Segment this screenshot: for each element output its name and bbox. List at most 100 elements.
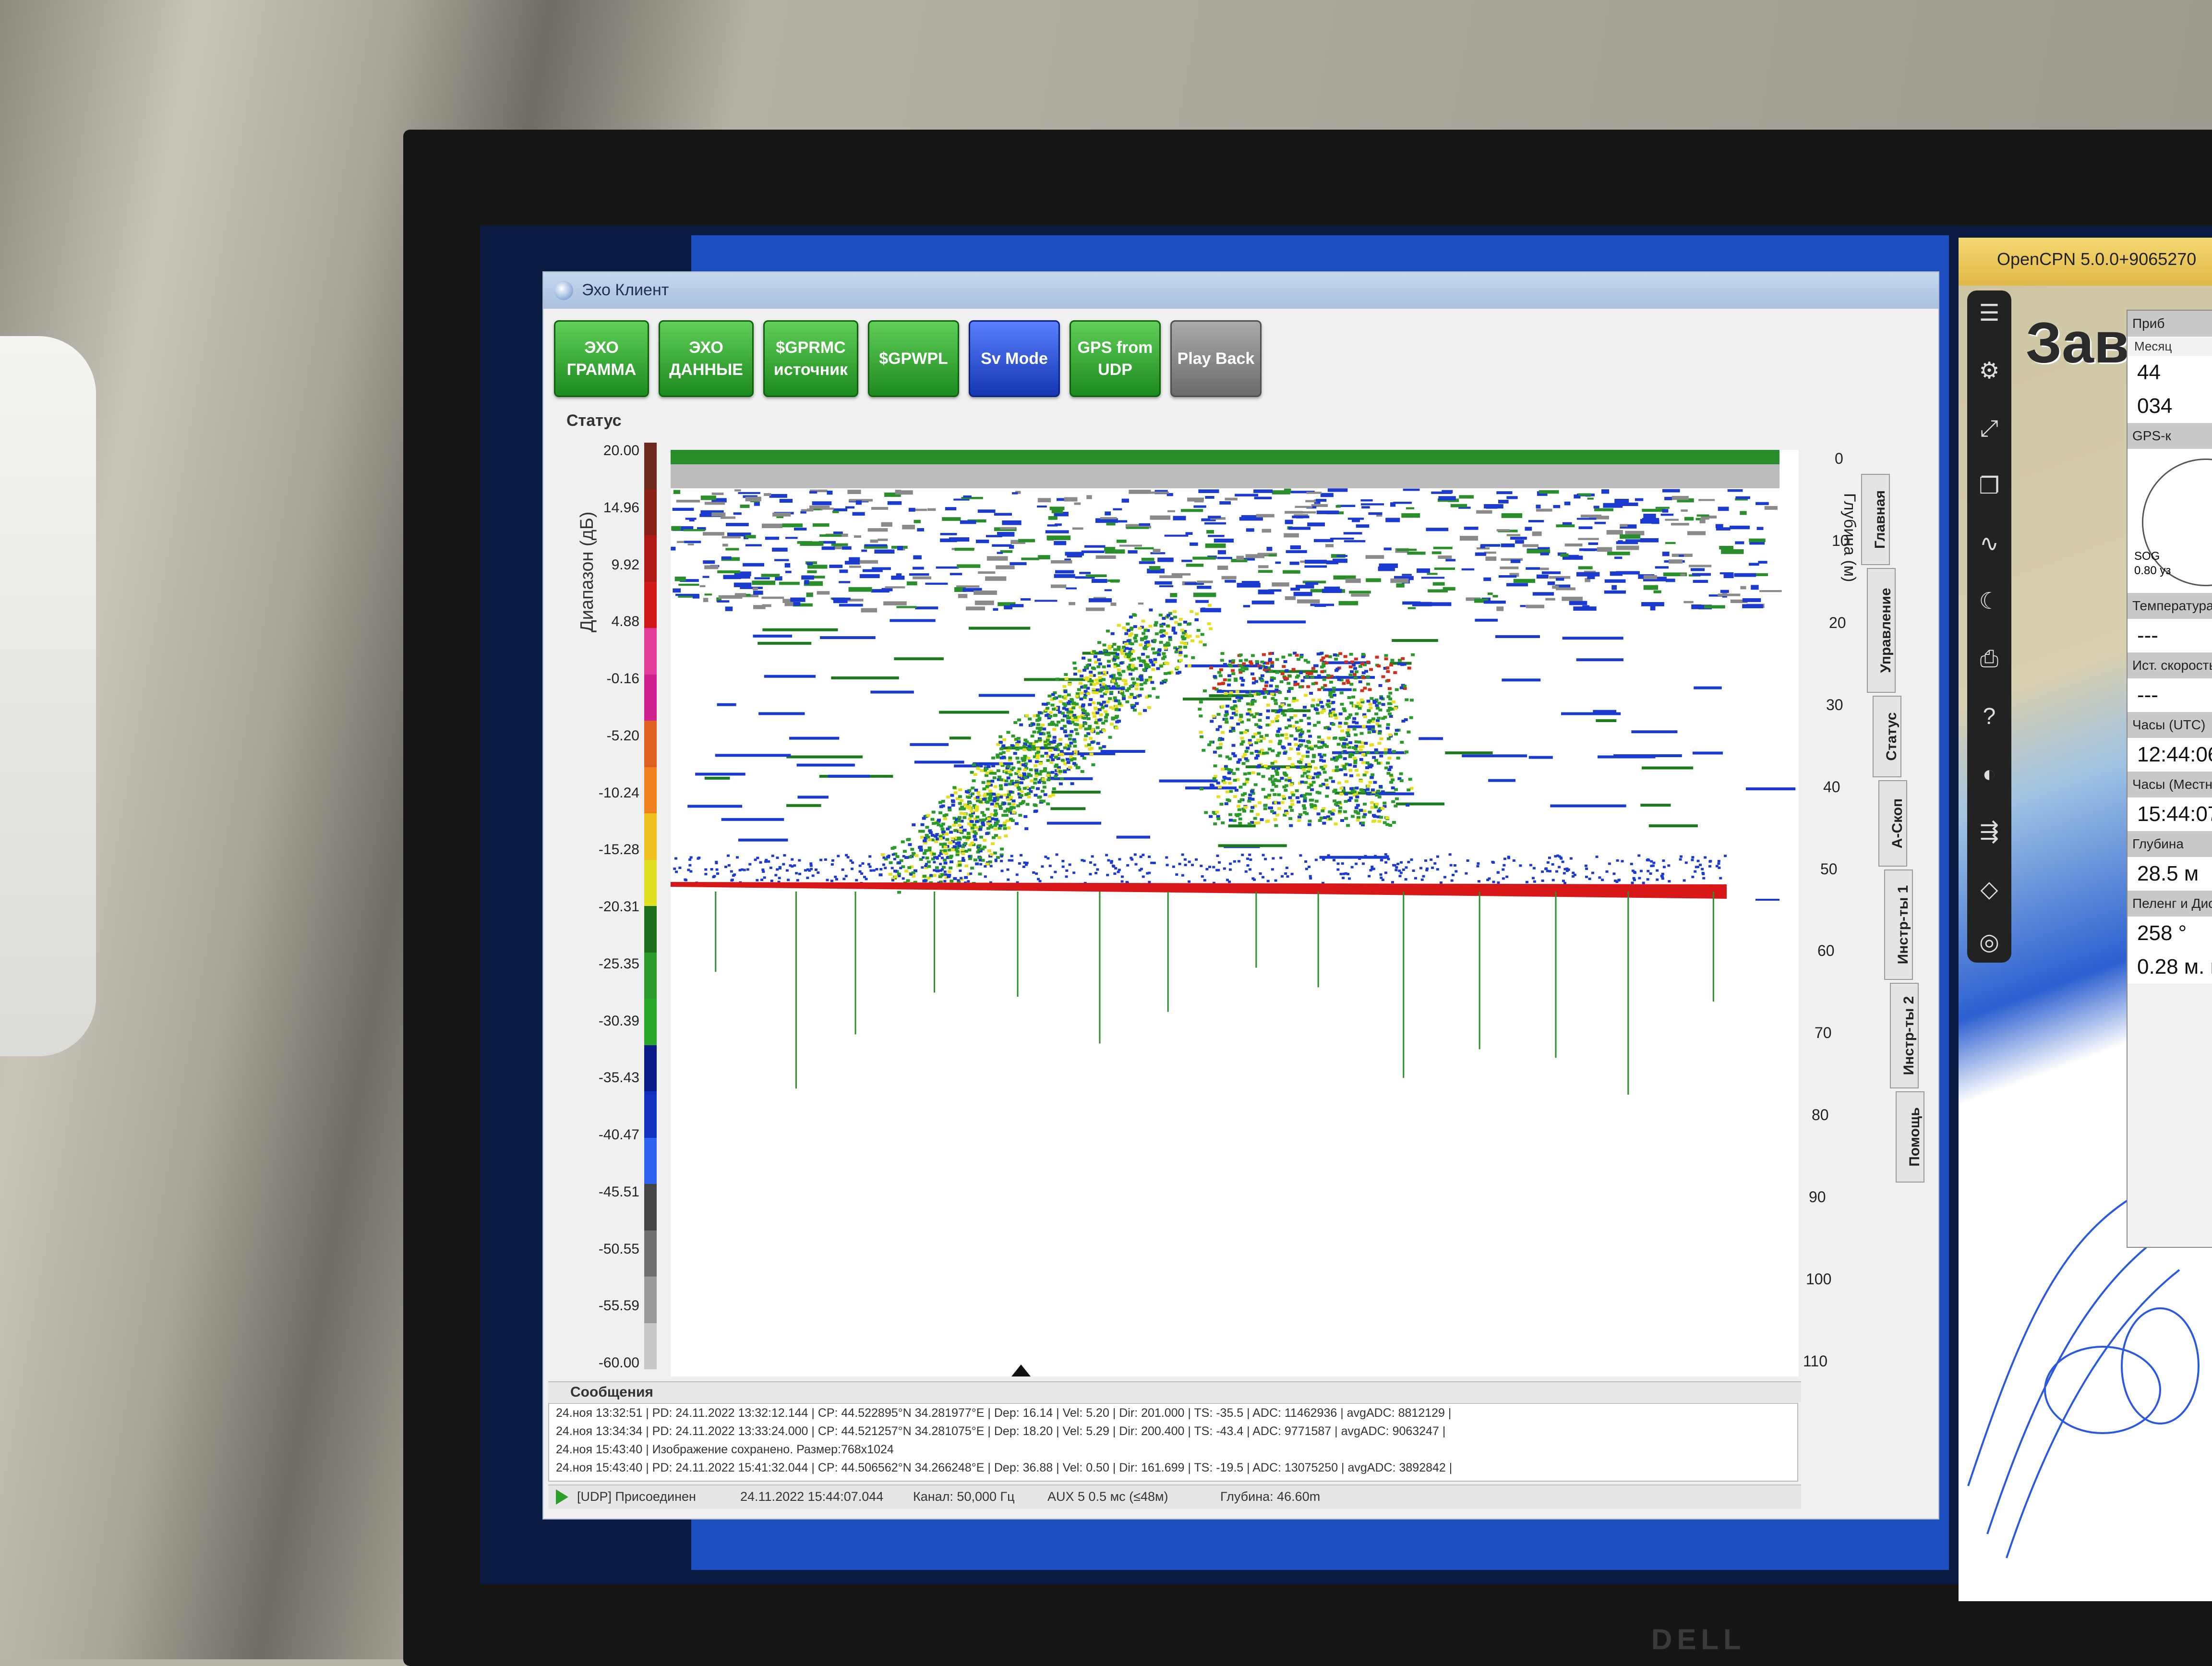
utc-value: 12:44:06 U (2128, 738, 2212, 772)
scale-label: -35.43 (598, 1070, 639, 1086)
message-line: 24.ноя 13:34:34 | PD: 24.11.2022 13:33:2… (556, 1425, 1446, 1438)
status-bar: [UDP] Присоединен 24.11.2022 15:44:07.04… (548, 1485, 1801, 1509)
scale-color-segment (644, 628, 657, 675)
sv-mode-button[interactable]: Sv Mode (969, 320, 1060, 397)
track-icon[interactable]: ∿ (1976, 531, 2003, 557)
side-tab[interactable]: Главная (1861, 474, 1890, 565)
depth-tick-label: 0 (1835, 450, 1843, 467)
sog-value: 0.80 уз (2134, 564, 2171, 577)
scale-color-segment (644, 721, 657, 767)
echo-client-window: Эхо Клиент ЭХО ГРАММА ЭХО ДАННЫЕ $GPRMC … (542, 271, 1939, 1520)
play-back-button[interactable]: Play Back (1170, 320, 1262, 397)
messages-header[interactable]: Сообщения (548, 1381, 1801, 1402)
side-tab[interactable]: Инстр-ты 1 (1884, 869, 1913, 980)
scale-color-segment (644, 1230, 657, 1277)
echogram-panel[interactable] (671, 450, 1799, 1376)
speed-value: --- (2128, 678, 2212, 712)
message-line: 24.ноя 15:43:40 | Изображение сохранено.… (556, 1443, 894, 1456)
echogram-button[interactable]: ЭХО ГРАММА (554, 320, 649, 397)
side-tab[interactable]: Инстр-ты 2 (1890, 983, 1919, 1088)
depth-tick-label: 40 (1823, 778, 1840, 796)
porthole-window (0, 336, 96, 1056)
echo-data-button[interactable]: ЭХО ДАННЫЕ (659, 320, 754, 397)
scale-label: -15.28 (598, 842, 639, 858)
tide-icon[interactable]: ◇ (1976, 876, 2003, 903)
position-lon: 034 (2128, 389, 2212, 423)
scale-color-segment (644, 535, 657, 582)
side-tab-label: Помощь (1907, 1107, 1923, 1167)
help-icon[interactable]: ? (1976, 703, 2003, 730)
gps-header: GPS-к (2128, 423, 2212, 449)
opencpn-toolbar: ☰ ⚙ ⤢ ❐ ∿ ☾ ⎙ ? ◐ ⇶ ◇ ◎ (1967, 290, 2011, 963)
scale-label: -5.20 (606, 727, 639, 744)
scale-title: Диапазон (дБ) (577, 511, 597, 632)
monitor-brand-logo: DELL (1651, 1623, 1746, 1655)
side-tab-label: Статус (1884, 712, 1899, 761)
status-aux: AUX 5 0.5 мс (≤48м) (1047, 1489, 1168, 1504)
route-icon[interactable]: ⤢ (1976, 415, 2003, 442)
speed-header: Ист. скорость (2128, 652, 2212, 678)
color-scale-bar (644, 443, 657, 1369)
depth-header: Глубина (2128, 831, 2212, 857)
lifebuoy-icon[interactable]: ◎ (1976, 929, 2003, 956)
message-line: 24.ноя 15:43:40 | PD: 24.11.2022 15:41:3… (556, 1461, 1453, 1474)
temperature-value: --- (2128, 619, 2212, 652)
side-tab[interactable]: Статус (1873, 696, 1901, 777)
opencpn-window: OpenCPN 5.0.0+9065270 Завь ☰ ⚙ ⤢ ❐ ∿ ☾ ⎙… (1959, 238, 2212, 1601)
dashboard-panel: Приб Месяц 44 034 GPS-к SOG 0.80 уз Темп… (2127, 310, 2212, 1248)
local-time-value: 15:44:07 C (2128, 797, 2212, 831)
position-lat: 44 (2128, 356, 2212, 389)
gprmc-source-button[interactable]: $GPRMC источник (763, 320, 858, 397)
side-tab-label: Главная (1872, 490, 1888, 549)
scale-label: 20.00 (603, 443, 639, 459)
ais-icon[interactable]: ⇶ (1976, 819, 2003, 845)
depth-tick-label: 60 (1817, 942, 1835, 960)
scale-color-segment (644, 674, 657, 721)
depth-tick-label: 80 (1812, 1106, 1829, 1124)
gps-from-udp-button[interactable]: GPS from UDP (1070, 320, 1161, 397)
dashboard-icon[interactable]: ◐ (1976, 761, 2003, 788)
depth-tick-label: 90 (1809, 1188, 1826, 1206)
scale-label: 14.96 (603, 499, 639, 516)
status-datetime: 24.11.2022 15:44:07.044 (740, 1489, 884, 1504)
instruments-header: Приб (2128, 311, 2212, 337)
gpwpl-button[interactable]: $GPWPL (868, 320, 959, 397)
scale-color-segment (644, 767, 657, 813)
scale-label: -30.39 (598, 1013, 639, 1029)
print-icon[interactable]: ⎙ (1976, 646, 2003, 673)
side-tab[interactable]: Помощь (1896, 1091, 1924, 1183)
scale-labels: 20.00 14.96 9.92 4.88 -0.16 -5.20 -10.24 -15.28… (582, 443, 639, 1379)
bearing-header: Пеленг и Дистанция (2128, 891, 2212, 917)
connection-status: [UDP] Присоединен (577, 1489, 696, 1504)
side-tab[interactable]: Управление (1867, 568, 1896, 693)
play-icon (556, 1489, 568, 1505)
depth-tick-label: 100 (1806, 1270, 1832, 1288)
side-tabs: Главная Управление Статус А-Скоп Инстр-ты 1 И… (1861, 474, 1924, 1396)
layers-icon[interactable]: ❐ (1976, 473, 2003, 500)
messages-list[interactable]: 24.ноя 13:32:51 | PD: 24.11.2022 13:32:1… (548, 1403, 1798, 1482)
status-channel: Канал: 50,000 Гц (913, 1489, 1015, 1504)
scale-label: -60.00 (598, 1355, 639, 1371)
title-bar[interactable]: Эхо Клиент (543, 272, 1938, 309)
settings-icon[interactable]: ⚙ (1976, 358, 2003, 385)
menu-icon[interactable]: ☰ (1976, 300, 2003, 327)
depth-tick-label: 110 (1803, 1352, 1828, 1370)
app-icon (554, 281, 573, 300)
window-title: Эхо Клиент (582, 281, 669, 299)
scale-color-segment (644, 489, 657, 535)
scale-label: -10.24 (598, 785, 639, 801)
side-tab-label: Управление (1878, 588, 1894, 673)
side-tab[interactable]: А-Скоп (1878, 780, 1907, 867)
scale-label: 9.92 (611, 556, 639, 573)
scale-color-segment (644, 1137, 657, 1184)
moon-icon[interactable]: ☾ (1976, 588, 2003, 615)
depth-value: 28.5 м (2128, 857, 2212, 891)
scale-color-segment (644, 1045, 657, 1091)
depth-tick-label: 70 (1815, 1024, 1832, 1042)
scale-color-segment (644, 859, 657, 906)
depth-axis-title: Глубина (м) (1840, 493, 1859, 582)
scale-color-segment (644, 813, 657, 860)
scale-color-segment (644, 906, 657, 953)
opencpn-title-bar[interactable]: OpenCPN 5.0.0+9065270 (1959, 238, 2212, 286)
depth-tick-label: 50 (1820, 860, 1838, 878)
